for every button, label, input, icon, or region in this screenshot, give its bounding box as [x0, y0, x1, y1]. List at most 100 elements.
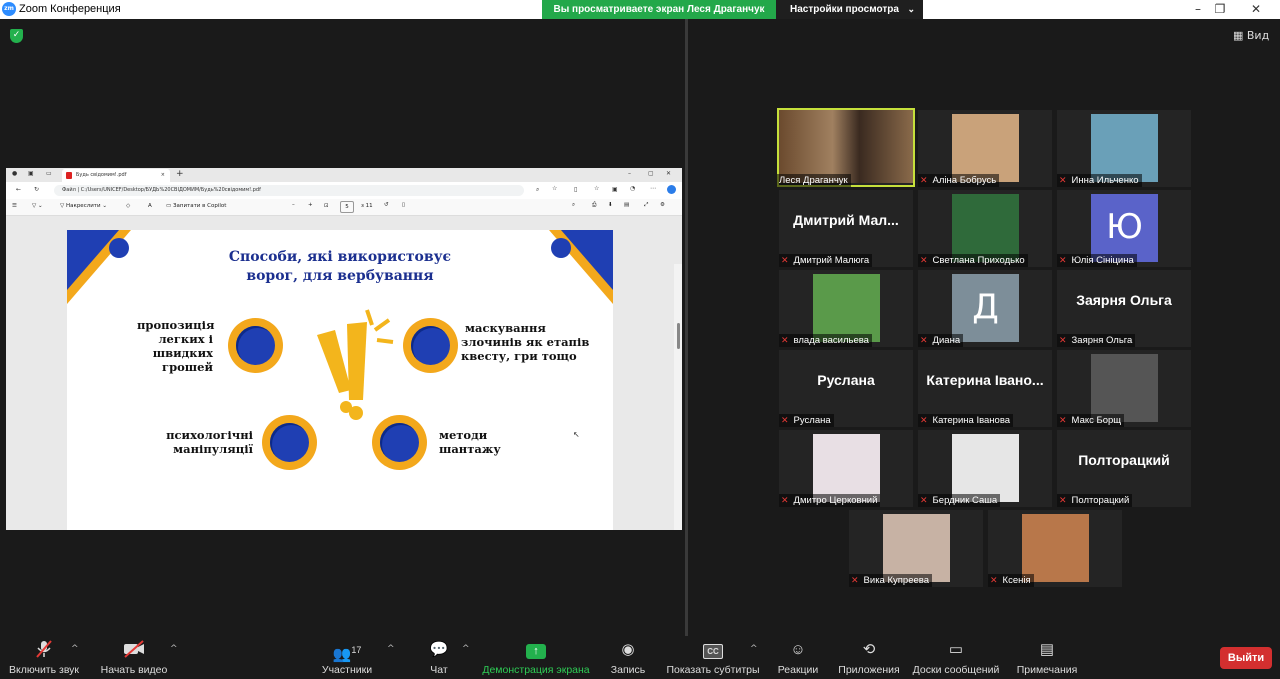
participant-tile[interactable]: Дмитрий Мал... ✕ Дмитрий Малюга	[779, 190, 913, 267]
muted-mic-icon: ✕	[781, 335, 789, 345]
tab-close-icon: ×	[160, 172, 165, 178]
share-screen-icon: ↑	[480, 638, 592, 662]
bullet-circle	[228, 318, 283, 373]
participant-name: Руслана	[793, 415, 831, 426]
save-icon: ⬇	[608, 202, 613, 208]
maximize-icon[interactable]: ❐	[1210, 2, 1230, 17]
security-shield-icon[interactable]: ✓	[10, 29, 23, 43]
participant-tile[interactable]: ✕ Ксенія	[988, 510, 1122, 587]
participant-name: Бердник Саша	[932, 495, 998, 506]
item-line: злочинів як етапів	[461, 335, 590, 349]
participant-name: Светлана Приходько	[932, 255, 1025, 266]
new-tab-icon: +	[176, 169, 184, 179]
participant-tile[interactable]: Д ✕ Диана	[918, 270, 1052, 347]
draw-tool: ▽ Накреслити ⌄	[60, 203, 107, 209]
close-icon[interactable]: ✕	[1246, 2, 1266, 17]
view-button[interactable]: ▦ Вид	[1233, 27, 1275, 45]
fit-page-icon: ⊡	[324, 203, 329, 209]
split-divider[interactable]	[685, 19, 688, 636]
minimize-icon[interactable]: –	[1188, 2, 1208, 17]
participant-display-name: Заярня Ольга	[1076, 292, 1172, 308]
pdf-page: Способи, які використовує ворог, для верб…	[67, 230, 613, 530]
avatar	[952, 194, 1019, 262]
avatar: Ю	[1091, 194, 1158, 262]
text-icon: A	[148, 203, 152, 209]
item-masking: маскування злочинів як етапів квесту, гр…	[461, 321, 611, 363]
address-bar: Файл | C:/Users/UNICEF/Desktop/БУДЬ%20СВ…	[54, 185, 524, 196]
share-screen-button[interactable]: ↑ Демонстрация экрана	[480, 638, 592, 676]
audio-options-caret-icon[interactable]: ^	[71, 644, 79, 654]
record-button[interactable]: ◉ Запись	[608, 638, 648, 676]
browser-tab: Будь свідомим!.pdf ×	[62, 169, 170, 182]
apps-button[interactable]: ⟲ Приложения	[836, 638, 902, 676]
participants-button[interactable]: 👥17 Участники	[318, 638, 376, 676]
captions-icon: CC	[664, 638, 762, 662]
split-screen-icon: ▯	[574, 186, 578, 193]
chat-button[interactable]: 💬 Чат	[424, 638, 454, 676]
captions-caret-icon[interactable]: ^	[750, 644, 758, 654]
start-video-button[interactable]: Начать видео	[98, 638, 170, 676]
chat-caret-icon[interactable]: ^	[462, 644, 470, 654]
video-options-caret-icon[interactable]: ^	[170, 644, 178, 654]
participant-tile[interactable]: Леся Драганчук	[777, 108, 915, 187]
leave-button[interactable]: Выйти	[1220, 647, 1272, 669]
slide-title-line-1: Способи, які використовує	[228, 249, 452, 265]
participant-name: Инна Ильченко	[1071, 175, 1139, 186]
pdf-viewer: Способи, які використовує ворог, для верб…	[6, 216, 682, 530]
participant-tile[interactable]: Руслана ✕ Руслана	[779, 350, 913, 427]
zoom-page-icon: ⌕	[536, 186, 540, 193]
zoom-out-icon: –	[292, 202, 295, 208]
start-video-label: Начать видео	[100, 664, 168, 676]
participant-name: Вика Купреева	[863, 575, 929, 586]
participant-tile[interactable]: Катерина Івано... ✕ Катерина Іванова	[918, 350, 1052, 427]
participant-name: Заярня Ольга	[1071, 335, 1133, 346]
slide-title: Способи, які використовує ворог, для верб…	[67, 248, 613, 286]
participant-name-label: ✕ Дмитрий Малюга	[779, 254, 873, 267]
browser-close-icon: ✕	[666, 170, 672, 177]
spark-1	[365, 309, 374, 326]
notes-button[interactable]: ▤ Примечания	[1014, 638, 1080, 676]
muted-mic-icon: ✕	[920, 495, 928, 505]
item-easy-money: пропозиція легких і швидких грошей	[137, 318, 215, 374]
participant-tile[interactable]: Заярня Ольга ✕ Заярня Ольга	[1057, 270, 1191, 347]
share-screen-label: Демонстрация экрана	[482, 664, 590, 676]
refresh-icon: ↻	[34, 186, 40, 193]
favorites-icon: ☆	[594, 185, 600, 192]
exclamation-right	[347, 322, 367, 400]
participant-name: Леся Драганчук	[779, 175, 848, 186]
participant-tile[interactable]: ✕ Инна Ильченко	[1057, 110, 1191, 187]
avatar: Д	[952, 274, 1019, 342]
participant-name: Полторацкий	[1071, 495, 1130, 506]
participant-name-label: ✕ Бердник Саша	[918, 494, 1001, 507]
participant-tile[interactable]: ✕ Макс Борщ	[1057, 350, 1191, 427]
avatar	[952, 434, 1019, 502]
reactions-button[interactable]: ☺ Реакции	[772, 638, 824, 676]
item-line: пропозиція	[137, 318, 215, 332]
item-line: психологічні	[166, 428, 253, 442]
participant-tile[interactable]: ✕ Бердник Саша	[918, 430, 1052, 507]
avatar	[1022, 514, 1089, 582]
avatar	[1091, 114, 1158, 182]
participants-caret-icon[interactable]: ^	[387, 644, 395, 654]
participant-name: Юлія Сініцина	[1071, 255, 1134, 266]
participant-tile[interactable]: ✕ Дмитро Церковний	[779, 430, 913, 507]
view-settings-button[interactable]: Настройки просмотра ⌄	[776, 0, 923, 19]
participant-name-label: ✕ Заярня Ольга	[1057, 334, 1136, 347]
participant-tile[interactable]: ✕ Аліна Бобрусь	[918, 110, 1052, 187]
participant-tile[interactable]: ✕ влада васильева	[779, 270, 913, 347]
participant-tile[interactable]: ✕ Светлана Приходько	[918, 190, 1052, 267]
whiteboards-label: Доски сообщений	[912, 664, 1000, 676]
participant-tile[interactable]: Полторацкий ✕ Полторацкий	[1057, 430, 1191, 507]
fullscreen-icon: ⤢	[644, 202, 649, 208]
whiteboards-button[interactable]: ▭ Доски сообщений	[910, 638, 1002, 676]
participant-tile[interactable]: Ю ✕ Юлія Сініцина	[1057, 190, 1191, 267]
participant-name-label: ✕ Макс Борщ	[1057, 414, 1125, 427]
copilot-icon	[667, 185, 676, 194]
shared-screen: ● ▣ ▭ Будь свідомим!.pdf × + – ▢ ✕ ← ↻ Фа…	[6, 168, 682, 530]
participant-tile[interactable]: ✕ Вика Купреева	[849, 510, 983, 587]
participant-video	[779, 110, 913, 183]
participant-name-label: ✕ Диана	[918, 334, 964, 347]
zoom-in-icon: +	[308, 202, 313, 208]
participant-name: влада васильева	[793, 335, 869, 346]
captions-button[interactable]: CC Показать субтитры	[664, 638, 762, 676]
